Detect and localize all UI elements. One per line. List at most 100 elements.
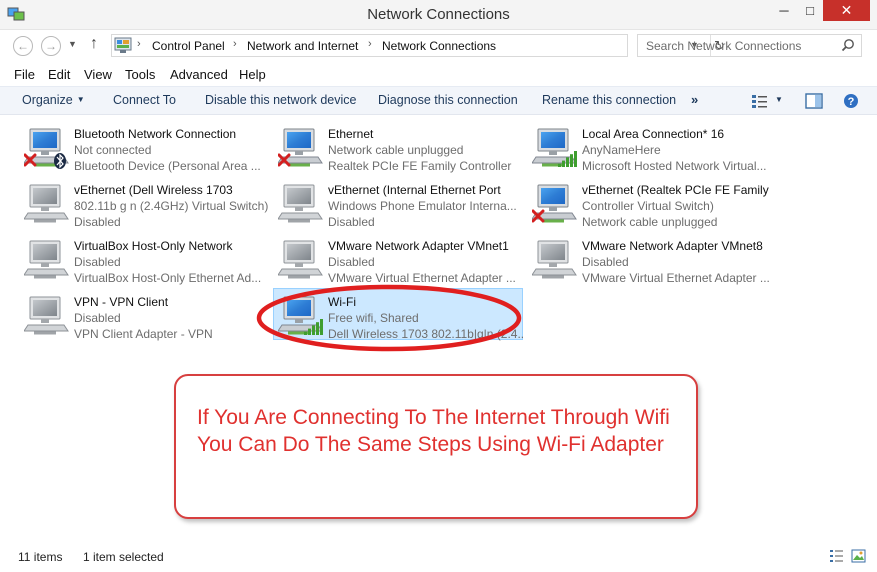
search-icon[interactable]: [841, 38, 855, 52]
recent-locations-chevron-down-icon[interactable]: ▼: [68, 39, 77, 49]
connection-device: Network cable unplugged: [582, 215, 718, 229]
selection-count: 1 item selected: [83, 550, 164, 564]
connection-item[interactable]: VPN - VPN Client Disabled VPN Client Adapt…: [20, 289, 270, 341]
rename-connection-button[interactable]: Rename this connection: [542, 93, 676, 107]
connection-item[interactable]: Local Area Connection* 16 AnyNameHere Micr…: [528, 121, 778, 173]
search-input[interactable]: [638, 35, 828, 56]
connection-text: VirtualBox Host-Only Network Disabled Virt…: [74, 239, 270, 287]
connection-item[interactable]: vEthernet (Internal Ethernet Port Windows…: [274, 177, 524, 229]
connection-device: VirtualBox Host-Only Ethernet Ad...: [74, 271, 262, 285]
connection-device: VMware Virtual Ethernet Adapter ...: [328, 271, 516, 285]
connection-status: Disabled: [74, 311, 121, 325]
connection-item[interactable]: VMware Network Adapter VMnet8 Disabled VMw…: [528, 233, 778, 285]
connection-name: Local Area Connection* 16: [582, 127, 725, 141]
minimize-button[interactable]: ─: [771, 0, 797, 21]
network-adapter-icon: [24, 239, 70, 283]
connection-item[interactable]: vEthernet (Realtek PCIe FE Family Control…: [528, 177, 778, 229]
bluetooth-icon: [54, 153, 66, 169]
connection-item[interactable]: Wi-Fi Free wifi, Shared Dell Wireless 1703…: [273, 288, 524, 343]
connection-item[interactable]: VirtualBox Host-Only Network Disabled Virt…: [20, 233, 270, 285]
wireless-adapter-icon: [278, 295, 324, 335]
title-bar: Network Connections ─ □ ✕: [0, 0, 877, 30]
menu-advanced[interactable]: Advanced: [170, 67, 228, 82]
connection-device: Realtek PCIe FE Family Controller: [328, 159, 512, 173]
menu-file[interactable]: File: [14, 67, 35, 82]
connection-text: Local Area Connection* 16 AnyNameHere Micr…: [582, 127, 778, 175]
connection-device: Microsoft Hosted Network Virtual...: [582, 159, 767, 173]
annotation-text: If You Are Connecting To The Internet Th…: [197, 406, 670, 456]
connection-status: Network cable unplugged: [328, 143, 464, 157]
connection-status: Controller Virtual Switch): [582, 199, 714, 213]
menu-edit[interactable]: Edit: [48, 67, 70, 82]
connection-status: 802.11b g n (2.4GHz) Virtual Switch): [74, 199, 269, 213]
connection-status: Windows Phone Emulator Interna...: [328, 199, 517, 213]
more-commands-button[interactable]: »: [691, 92, 698, 107]
connection-name: Ethernet: [328, 127, 374, 141]
connection-device: VMware Virtual Ethernet Adapter ...: [582, 271, 770, 285]
breadcrumb-control-panel[interactable]: Control Panel: [152, 39, 225, 53]
up-button[interactable]: ↑: [90, 35, 98, 53]
organize-button[interactable]: Organize ▼: [22, 93, 85, 107]
connection-item[interactable]: vEthernet (Dell Wireless 1703 802.11b g n…: [20, 177, 270, 229]
preview-pane-icon[interactable]: [805, 93, 823, 109]
connection-device: VPN Client Adapter - VPN: [74, 327, 213, 341]
breadcrumb-network-connections[interactable]: Network Connections: [382, 39, 496, 53]
connection-status: Not connected: [74, 143, 152, 157]
connection-device: Dell Wireless 1703 802.11b|g|n (2.4...: [328, 327, 524, 341]
status-bar: 11 items 1 item selected: [0, 541, 877, 572]
connection-name: vEthernet (Internal Ethernet Port: [328, 183, 501, 197]
view-options-chevron-down-icon[interactable]: ▼: [775, 95, 783, 104]
connection-status: Disabled: [328, 255, 375, 269]
diagnose-connection-button[interactable]: Diagnose this connection: [378, 93, 518, 107]
maximize-button[interactable]: □: [797, 0, 823, 21]
connection-text: Ethernet Network cable unplugged Realtek P…: [328, 127, 524, 175]
connection-status: Disabled: [74, 255, 121, 269]
menu-help[interactable]: Help: [239, 67, 266, 82]
breadcrumb-separator[interactable]: ›: [233, 38, 237, 50]
connection-text: Wi-Fi Free wifi, Shared Dell Wireless 1703…: [328, 295, 524, 343]
connection-device: Disabled: [328, 215, 375, 229]
connection-name: vEthernet (Realtek PCIe FE Family: [582, 183, 769, 197]
connection-item[interactable]: Bluetooth Network Connection Not connecte…: [20, 121, 270, 173]
control-panel-icon: [114, 37, 132, 53]
command-bar: Organize ▼ Connect To Disable this networ…: [0, 86, 877, 115]
close-button[interactable]: ✕: [823, 0, 870, 21]
menu-view[interactable]: View: [84, 67, 112, 82]
wireless-adapter-icon: [532, 127, 578, 167]
network-adapter-icon: [24, 295, 70, 339]
connection-item[interactable]: Ethernet Network cable unplugged Realtek P…: [274, 121, 524, 173]
breadcrumb-separator[interactable]: ›: [137, 38, 141, 50]
annotation-callout: If You Are Connecting To The Internet Th…: [174, 374, 698, 519]
window-title: Network Connections: [367, 6, 510, 23]
large-icons-view-icon[interactable]: [851, 549, 866, 563]
connection-name: VirtualBox Host-Only Network: [74, 239, 233, 253]
menu-tools[interactable]: Tools: [125, 67, 155, 82]
back-button[interactable]: ←: [13, 36, 33, 56]
change-view-icon[interactable]: [751, 93, 769, 109]
help-icon[interactable]: ?: [842, 93, 860, 109]
connect-to-button[interactable]: Connect To: [113, 93, 176, 107]
connection-name: Bluetooth Network Connection: [74, 127, 237, 141]
connection-name: VPN - VPN Client: [74, 295, 169, 309]
breadcrumb-network-and-internet[interactable]: Network and Internet: [247, 39, 358, 53]
address-row: ← → ▼ ↑ › Control Panel › Network and In…: [0, 30, 877, 62]
connection-name: vEthernet (Dell Wireless 1703: [74, 183, 233, 197]
connection-status: Free wifi, Shared: [328, 311, 419, 325]
connection-text: vEthernet (Internal Ethernet Port Windows…: [328, 183, 524, 231]
address-bar[interactable]: › Control Panel › Network and Internet ›…: [111, 34, 725, 57]
search-box[interactable]: [637, 34, 862, 57]
connection-item[interactable]: VMware Network Adapter VMnet1 Disabled VMw…: [274, 233, 524, 285]
connection-text: VPN - VPN Client Disabled VPN Client Adapt…: [74, 295, 270, 343]
details-view-icon[interactable]: [829, 549, 844, 563]
svg-text:?: ?: [848, 96, 855, 108]
breadcrumb-separator[interactable]: ›: [368, 38, 372, 50]
forward-button[interactable]: →: [41, 36, 61, 56]
chevron-down-icon: ▼: [76, 95, 85, 104]
item-count: 11 items: [18, 550, 63, 564]
disable-device-button[interactable]: Disable this network device: [205, 93, 356, 107]
connection-status: Disabled: [582, 255, 629, 269]
organize-label: Organize: [22, 93, 73, 107]
network-adapter-icon: [532, 183, 578, 223]
network-adapter-icon: [278, 183, 324, 227]
connection-device: Disabled: [74, 215, 121, 229]
